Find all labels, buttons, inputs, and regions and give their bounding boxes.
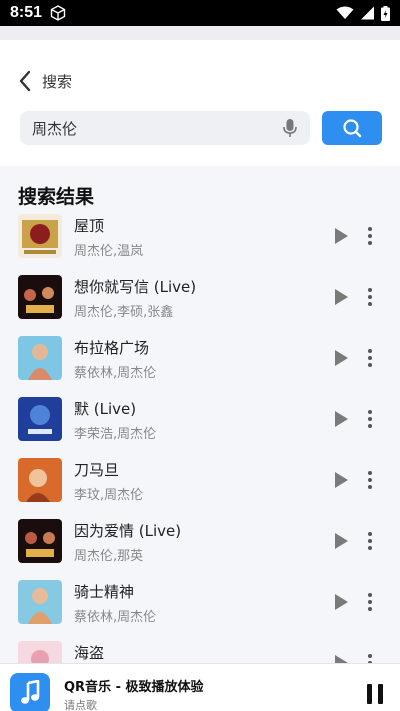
song-title: 海盗	[74, 644, 105, 662]
more-icon[interactable]	[362, 470, 378, 490]
play-icon[interactable]	[332, 471, 350, 489]
more-icon[interactable]	[362, 287, 378, 307]
more-icon[interactable]	[362, 226, 378, 246]
app-icon	[10, 673, 50, 711]
song-artist: 蔡依林,周杰伦	[74, 610, 157, 625]
search-input[interactable]: 周杰伦	[20, 111, 310, 145]
more-icon[interactable]	[362, 348, 378, 368]
play-icon[interactable]	[332, 593, 350, 611]
song-title: 因为爱情 (Live)	[74, 522, 182, 540]
mic-icon[interactable]	[282, 118, 298, 138]
song-row[interactable]: 刀马旦 李玟,周杰伦	[0, 458, 400, 514]
search-input-value: 周杰伦	[32, 119, 78, 138]
album-cover	[18, 580, 62, 624]
status-bar: 8:51	[0, 0, 400, 26]
song-title: 屋顶	[74, 217, 105, 235]
search-icon	[343, 119, 362, 138]
song-title: 默 (Live)	[74, 400, 137, 418]
back-icon	[19, 70, 31, 92]
status-time: 8:51	[10, 4, 43, 21]
box-icon	[50, 5, 66, 21]
play-icon[interactable]	[332, 227, 350, 245]
more-icon[interactable]	[362, 409, 378, 429]
player-title: QR音乐 - 极致播放体验	[64, 680, 204, 695]
song-title: 想你就写信 (Live)	[74, 278, 197, 296]
music-note-icon	[21, 680, 40, 704]
album-cover	[18, 458, 62, 502]
song-row[interactable]: 想你就写信 (Live) 周杰伦,李硕,张鑫	[0, 275, 400, 331]
play-icon[interactable]	[332, 532, 350, 550]
song-row[interactable]: 骑士精神 蔡依林,周杰伦	[0, 580, 400, 636]
song-artist: 李玟,周杰伦	[74, 488, 144, 503]
song-row[interactable]: 海盗	[0, 641, 400, 663]
song-row[interactable]: 屋顶 周杰伦,温岚	[0, 214, 400, 270]
wifi-icon	[336, 6, 354, 19]
top-gap	[0, 26, 400, 40]
more-icon[interactable]	[362, 531, 378, 551]
results-title: 搜索结果	[18, 186, 95, 208]
song-artist: 周杰伦,温岚	[74, 244, 144, 259]
song-row[interactable]: 因为爱情 (Live) 周杰伦,那英	[0, 519, 400, 575]
song-title: 刀马旦	[74, 461, 120, 479]
play-icon[interactable]	[332, 349, 350, 367]
pause-icon[interactable]	[366, 683, 384, 705]
album-cover	[18, 641, 62, 663]
battery-icon	[381, 5, 390, 21]
song-artist: 周杰伦,李硕,张鑫	[74, 305, 174, 320]
song-artist: 李荣浩,周杰伦	[74, 427, 157, 442]
song-artist: 蔡依林,周杰伦	[74, 366, 157, 381]
song-title: 布拉格广场	[74, 339, 150, 357]
album-cover	[18, 214, 62, 258]
song-row[interactable]: 默 (Live) 李荣浩,周杰伦	[0, 397, 400, 453]
song-row[interactable]: 布拉格广场 蔡依林,周杰伦	[0, 336, 400, 392]
more-icon[interactable]	[362, 592, 378, 612]
page-title: 搜索	[42, 72, 73, 91]
signal-icon	[361, 6, 374, 20]
back-button[interactable]: 搜索	[18, 70, 72, 92]
search-button[interactable]	[322, 111, 382, 145]
more-icon[interactable]	[362, 653, 378, 663]
song-artist: 周杰伦,那英	[74, 549, 144, 564]
mini-player[interactable]: QR音乐 - 极致播放体验 请点歌	[0, 663, 400, 711]
play-icon[interactable]	[332, 288, 350, 306]
album-cover	[18, 336, 62, 380]
search-header: 搜索 周杰伦	[0, 40, 400, 166]
play-icon[interactable]	[332, 410, 350, 428]
album-cover	[18, 397, 62, 441]
play-icon[interactable]	[332, 654, 350, 663]
album-cover	[18, 519, 62, 563]
player-subtitle: 请点歌	[64, 699, 97, 711]
song-title: 骑士精神	[74, 583, 135, 601]
search-results: 搜索结果 屋顶 周杰伦,温岚 想你就写信 (Live) 周杰伦,李硕,张鑫 布拉…	[0, 166, 400, 663]
album-cover	[18, 275, 62, 319]
